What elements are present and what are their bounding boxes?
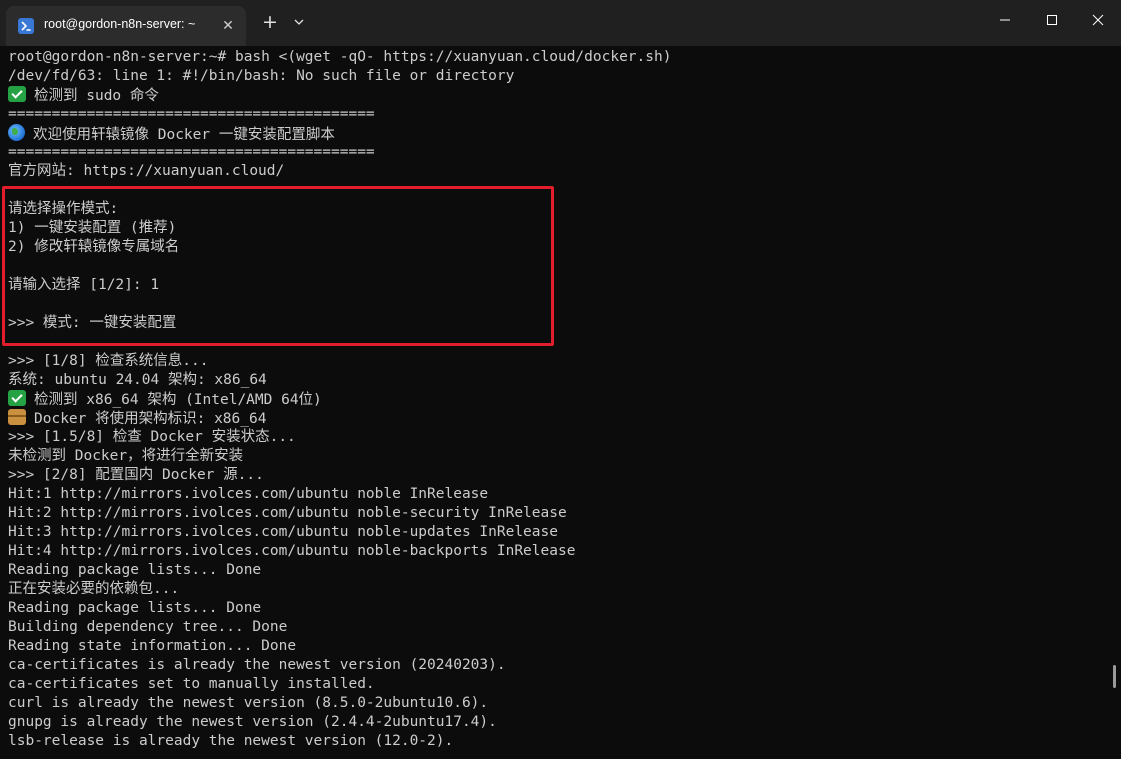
terminal-line: 检测到 sudo 命令: [8, 86, 159, 105]
terminal-line: root@gordon-n8n-server:~# bash <(wget -q…: [8, 49, 672, 65]
close-icon: [1092, 14, 1104, 26]
terminal-line: ========================================…: [8, 106, 375, 122]
terminal-line: 未检测到 Docker，将进行全新安装: [8, 448, 244, 464]
highlight-annotation-box: [2, 186, 554, 346]
minimize-button[interactable]: [982, 0, 1028, 40]
terminal-line: 欢迎使用轩辕镜像 Docker 一键安装配置脚本: [8, 124, 335, 143]
package-icon: [8, 409, 26, 425]
globe-icon: [8, 124, 25, 141]
check-mark-icon: [8, 390, 26, 406]
terminal-line: Hit:4 http://mirrors.ivolces.com/ubuntu …: [8, 543, 576, 559]
check-mark-icon: [8, 86, 26, 102]
terminal-line: Hit:2 http://mirrors.ivolces.com/ubuntu …: [8, 505, 567, 521]
terminal-line: lsb-release is already the newest versio…: [8, 733, 454, 749]
terminal-line: >>> [1.5/8] 检查 Docker 安装状态...: [8, 429, 296, 445]
terminal-tab[interactable]: root@gordon-n8n-server: ~ ✕: [6, 6, 246, 46]
terminal-line: 检测到 x86_64 架构 (Intel/AMD 64位): [8, 390, 322, 409]
close-button[interactable]: [1075, 0, 1121, 40]
maximize-icon: [1047, 15, 1057, 25]
close-tab-icon[interactable]: ✕: [218, 16, 238, 36]
terminal-line: ca-certificates set to manually installe…: [8, 676, 375, 692]
terminal-line: 官方网站: https://xuanyuan.cloud/: [8, 163, 285, 179]
terminal-line: ========================================…: [8, 144, 375, 160]
terminal-line: Reading state information... Done: [8, 638, 297, 654]
terminal-line: gnupg is already the newest version (2.4…: [8, 714, 497, 730]
terminal-line: ca-certificates is already the newest ve…: [8, 657, 506, 673]
terminal-line: Reading package lists... Done: [8, 600, 262, 616]
terminal-line: Docker 将使用架构标识: x86_64: [8, 409, 266, 428]
title-bar: root@gordon-n8n-server: ~ ✕ +: [0, 0, 1121, 46]
new-tab-button[interactable]: +: [259, 11, 281, 33]
maximize-button[interactable]: [1029, 0, 1075, 40]
terminal-line: /dev/fd/63: line 1: #!/bin/bash: No such…: [8, 68, 515, 84]
terminal-window: root@gordon-n8n-server: ~ ✕ + root@gordo…: [0, 0, 1121, 759]
terminal-line: Hit:3 http://mirrors.ivolces.com/ubuntu …: [8, 524, 558, 540]
terminal-line: 正在安装必要的依赖包...: [8, 581, 180, 597]
terminal-line: >>> [2/8] 配置国内 Docker 源...: [8, 467, 264, 483]
terminal-line: Building dependency tree... Done: [8, 619, 288, 635]
terminal-line: >>> [1/8] 检查系统信息...: [8, 353, 209, 369]
scrollbar-thumb[interactable]: [1113, 665, 1116, 688]
terminal-line: Hit:1 http://mirrors.ivolces.com/ubuntu …: [8, 486, 489, 502]
minimize-icon: [1000, 19, 1010, 21]
terminal-line: curl is already the newest version (8.5.…: [8, 695, 489, 711]
terminal-line: 系统: ubuntu 24.04 架构: x86_64: [8, 372, 267, 388]
tab-title: root@gordon-n8n-server: ~: [44, 17, 196, 31]
terminal-line: Reading package lists... Done: [8, 562, 262, 578]
terminal-icon: [18, 18, 34, 34]
chevron-down-icon[interactable]: [290, 11, 308, 33]
terminal-output[interactable]: root@gordon-n8n-server:~# bash <(wget -q…: [0, 46, 1121, 759]
